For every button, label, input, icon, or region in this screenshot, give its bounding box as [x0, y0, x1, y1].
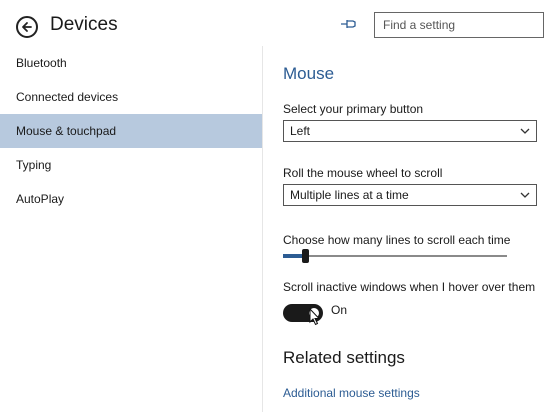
sidebar-item-typing[interactable]: Typing	[0, 148, 262, 182]
primary-button-label: Select your primary button	[283, 102, 424, 116]
scroll-wheel-value: Multiple lines at a time	[290, 188, 409, 202]
sidebar-item-connected-devices[interactable]: Connected devices	[0, 80, 262, 114]
additional-mouse-settings-link[interactable]: Additional mouse settings	[283, 386, 420, 400]
sidebar-item-mouse-touchpad[interactable]: Mouse & touchpad	[0, 114, 262, 148]
back-button[interactable]	[16, 16, 38, 38]
sidebar-item-autoplay[interactable]: AutoPlay	[0, 182, 262, 216]
settings-window: Devices Find a setting Bluetooth Connect…	[0, 0, 544, 412]
pin-icon[interactable]	[340, 17, 358, 31]
sidebar-item-bluetooth[interactable]: Bluetooth	[0, 46, 262, 80]
sidebar-list: Bluetooth Connected devices Mouse & touc…	[0, 46, 262, 216]
related-settings-title: Related settings	[283, 348, 405, 367]
scroll-wheel-dropdown[interactable]: Multiple lines at a time	[283, 184, 537, 206]
sidebar: Bluetooth Connected devices Mouse & touc…	[0, 46, 263, 412]
search-input[interactable]: Find a setting	[374, 12, 544, 38]
chevron-down-icon	[520, 192, 530, 198]
back-arrow-icon	[22, 22, 32, 32]
scroll-lines-label: Choose how many lines to scroll each tim…	[283, 233, 511, 247]
page-title: Devices	[50, 14, 118, 35]
primary-button-value: Left	[290, 124, 311, 138]
primary-button-dropdown[interactable]: Left	[283, 120, 537, 142]
mouse-cursor-icon	[309, 308, 321, 326]
slider-thumb[interactable]	[302, 249, 309, 263]
scroll-wheel-label: Roll the mouse wheel to scroll	[283, 166, 443, 180]
toggle-state-label: On	[331, 303, 348, 317]
chevron-down-icon	[520, 128, 530, 134]
section-title: Mouse	[283, 64, 335, 83]
main-content: Mouse Select your primary button Left Ro…	[283, 46, 544, 412]
scroll-lines-slider[interactable]	[283, 248, 507, 264]
slider-track	[283, 255, 507, 257]
inactive-scroll-label: Scroll inactive windows when I hover ove…	[283, 280, 536, 294]
header: Devices Find a setting	[0, 0, 544, 46]
